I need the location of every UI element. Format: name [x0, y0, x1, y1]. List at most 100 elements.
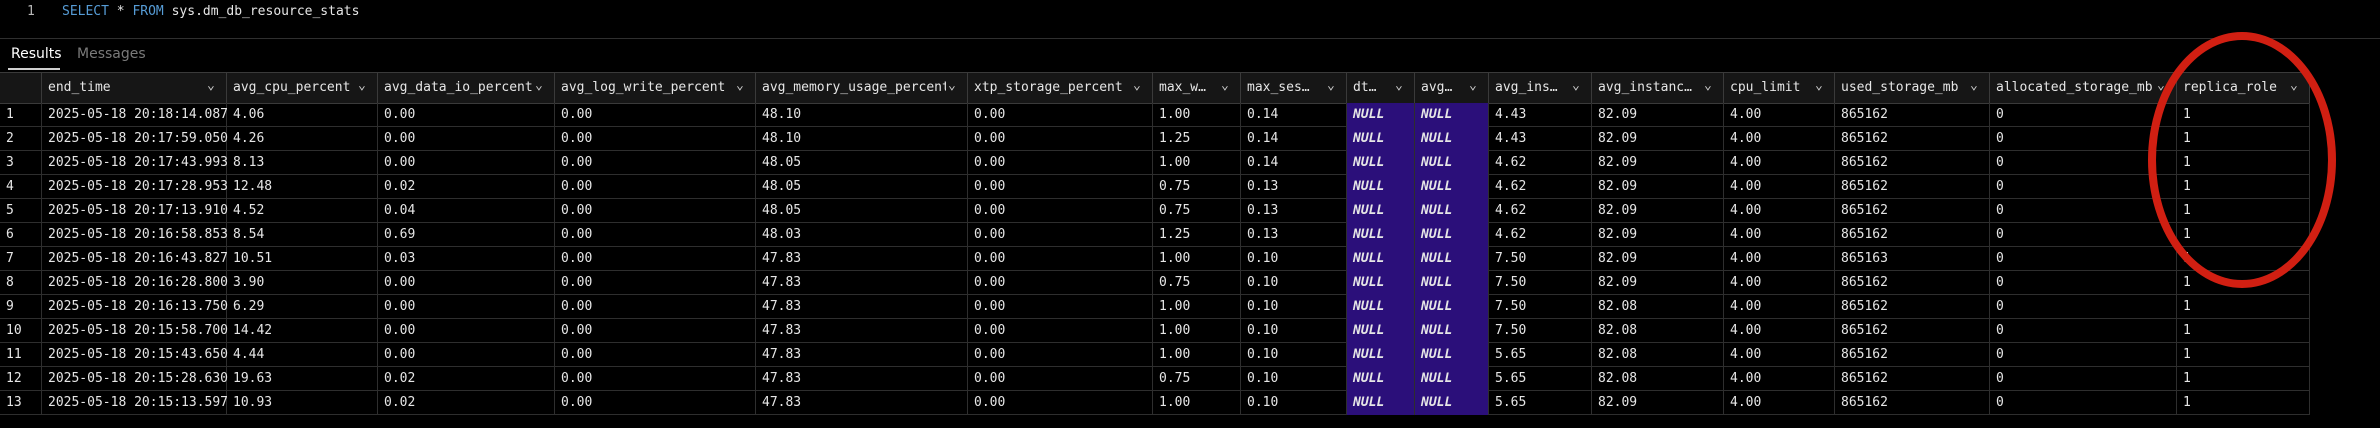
table-cell[interactable]: 0.00 [555, 391, 756, 415]
table-cell[interactable]: 0.13 [1241, 223, 1347, 247]
table-cell[interactable]: 0.04 [378, 199, 555, 223]
table-cell[interactable]: 0.00 [555, 295, 756, 319]
table-cell[interactable]: 0 [1990, 247, 2177, 271]
table-cell[interactable]: NULL [1415, 271, 1489, 295]
table-cell[interactable]: 0 [1990, 199, 2177, 223]
table-cell[interactable]: 0.00 [968, 367, 1153, 391]
table-cell[interactable]: 0.14 [1241, 103, 1347, 127]
table-cell[interactable]: 0.00 [968, 295, 1153, 319]
table-cell[interactable]: NULL [1415, 151, 1489, 175]
code-line[interactable]: SELECT * FROM sys.dm_db_resource_stats [62, 4, 359, 19]
table-cell[interactable]: 47.83 [756, 319, 968, 343]
row-number-cell[interactable]: 9 [0, 295, 42, 319]
table-cell[interactable]: 4.00 [1724, 319, 1835, 343]
table-cell[interactable]: 0.00 [968, 271, 1153, 295]
table-cell[interactable]: NULL [1347, 343, 1415, 367]
table-cell[interactable]: 0.00 [378, 151, 555, 175]
table-cell[interactable]: 2025-05-18 20:16:28.800 [42, 271, 228, 295]
table-cell[interactable]: 7.50 [1489, 271, 1592, 295]
table-cell[interactable]: 865162 [1835, 103, 1990, 127]
table-cell[interactable]: 0.00 [378, 271, 555, 295]
chevron-down-icon[interactable]: ⌄ [1221, 78, 1229, 93]
table-cell[interactable]: 0 [1990, 319, 2177, 343]
table-cell[interactable]: 0 [1990, 367, 2177, 391]
table-cell[interactable]: 2025-05-18 20:16:13.750 [42, 295, 228, 319]
table-cell[interactable]: 865162 [1835, 271, 1990, 295]
table-cell[interactable]: 4.44 [227, 343, 378, 367]
table-cell[interactable]: 8.13 [227, 151, 378, 175]
table-cell[interactable]: 0.00 [378, 127, 555, 151]
table-cell[interactable]: 865163 [1835, 247, 1990, 271]
column-header[interactable]: xtp_storage_percent ⌄ [968, 73, 1153, 103]
row-number-cell[interactable]: 6 [0, 223, 42, 247]
table-cell[interactable]: 4.52 [227, 199, 378, 223]
table-cell[interactable]: 48.03 [756, 223, 968, 247]
table-cell[interactable]: 0.00 [968, 127, 1153, 151]
table-cell[interactable]: 48.10 [756, 127, 968, 151]
row-number-cell[interactable]: 8 [0, 271, 42, 295]
table-cell[interactable]: 4.26 [227, 127, 378, 151]
column-header[interactable]: max_ses… ⌄ [1241, 73, 1347, 103]
table-cell[interactable]: 5.65 [1489, 391, 1592, 415]
row-number-cell[interactable]: 10 [0, 319, 42, 343]
table-cell[interactable]: 47.83 [756, 367, 968, 391]
query-editor[interactable]: 1 SELECT * FROM sys.dm_db_resource_stats [0, 0, 2380, 36]
chevron-down-icon[interactable]: ⌄ [948, 78, 956, 93]
table-cell[interactable]: 47.83 [756, 271, 968, 295]
table-cell[interactable]: 3.90 [227, 271, 378, 295]
table-cell[interactable]: 4.62 [1489, 199, 1592, 223]
column-header[interactable]: max_w… ⌄ [1153, 73, 1241, 103]
table-cell[interactable]: 865162 [1835, 175, 1990, 199]
table-cell[interactable]: 7.50 [1489, 319, 1592, 343]
table-cell[interactable]: 1 [2177, 319, 2310, 343]
table-cell[interactable]: 0.00 [555, 343, 756, 367]
table-cell[interactable]: 0.00 [555, 247, 756, 271]
table-cell[interactable]: 4.62 [1489, 223, 1592, 247]
table-cell[interactable]: 82.08 [1592, 295, 1724, 319]
row-number-cell[interactable]: 12 [0, 367, 42, 391]
table-cell[interactable]: NULL [1347, 223, 1415, 247]
table-cell[interactable]: 0.13 [1241, 199, 1347, 223]
table-cell[interactable]: 2025-05-18 20:18:14.087 [42, 103, 228, 127]
table-row[interactable]: 6 2025-05-18 20:16:58.853 8.54 0.69 0.00 48.0… [0, 223, 2310, 247]
table-cell[interactable]: 48.05 [756, 151, 968, 175]
chevron-down-icon[interactable]: ⌄ [358, 78, 366, 93]
table-cell[interactable]: 865162 [1835, 199, 1990, 223]
column-header[interactable]: cpu_limit ⌄ [1724, 73, 1835, 103]
row-number-cell[interactable]: 13 [0, 391, 42, 415]
table-cell[interactable]: 0.00 [378, 295, 555, 319]
chevron-down-icon[interactable]: ⌄ [1327, 78, 1335, 93]
table-row[interactable]: 1 2025-05-18 20:18:14.087 4.06 0.00 0.00 48.1… [0, 103, 2310, 127]
table-cell[interactable]: NULL [1415, 127, 1489, 151]
table-cell[interactable]: 0.10 [1241, 343, 1347, 367]
table-cell[interactable]: 47.83 [756, 247, 968, 271]
table-cell[interactable]: 0.14 [1241, 151, 1347, 175]
table-cell[interactable]: 4.00 [1724, 391, 1835, 415]
column-header[interactable]: avg_data_io_percent ⌄ [378, 73, 555, 103]
chevron-down-icon[interactable]: ⌄ [1572, 78, 1580, 93]
table-cell[interactable]: 7.50 [1489, 295, 1592, 319]
table-cell[interactable]: 82.08 [1592, 343, 1724, 367]
table-row[interactable]: 2 2025-05-18 20:17:59.050 4.26 0.00 0.00 48.1… [0, 127, 2310, 151]
table-cell[interactable]: 0.00 [555, 271, 756, 295]
table-cell[interactable]: 865162 [1835, 151, 1990, 175]
table-cell[interactable]: 8.54 [227, 223, 378, 247]
table-cell[interactable]: NULL [1415, 175, 1489, 199]
chevron-down-icon[interactable]: ⌄ [535, 78, 543, 93]
table-cell[interactable]: 7.50 [1489, 247, 1592, 271]
table-cell[interactable]: 0.02 [378, 391, 555, 415]
table-cell[interactable]: 2025-05-18 20:15:43.650 [42, 343, 228, 367]
chevron-down-icon[interactable]: ⌄ [1704, 78, 1712, 93]
table-cell[interactable]: 0.00 [968, 199, 1153, 223]
row-number-cell[interactable]: 4 [0, 175, 42, 199]
table-cell[interactable]: 0.10 [1241, 247, 1347, 271]
table-cell[interactable]: 2025-05-18 20:17:43.993 [42, 151, 228, 175]
table-cell[interactable]: 0.00 [968, 319, 1153, 343]
column-header[interactable]: avg_log_write_percent ⌄ [555, 73, 756, 103]
table-cell[interactable]: 865162 [1835, 223, 1990, 247]
table-cell[interactable]: 1.00 [1153, 103, 1241, 127]
table-cell[interactable]: 0.00 [968, 391, 1153, 415]
table-cell[interactable]: 47.83 [756, 343, 968, 367]
chevron-down-icon[interactable]: ⌄ [207, 78, 215, 93]
table-cell[interactable]: 2025-05-18 20:15:13.597 [42, 391, 228, 415]
